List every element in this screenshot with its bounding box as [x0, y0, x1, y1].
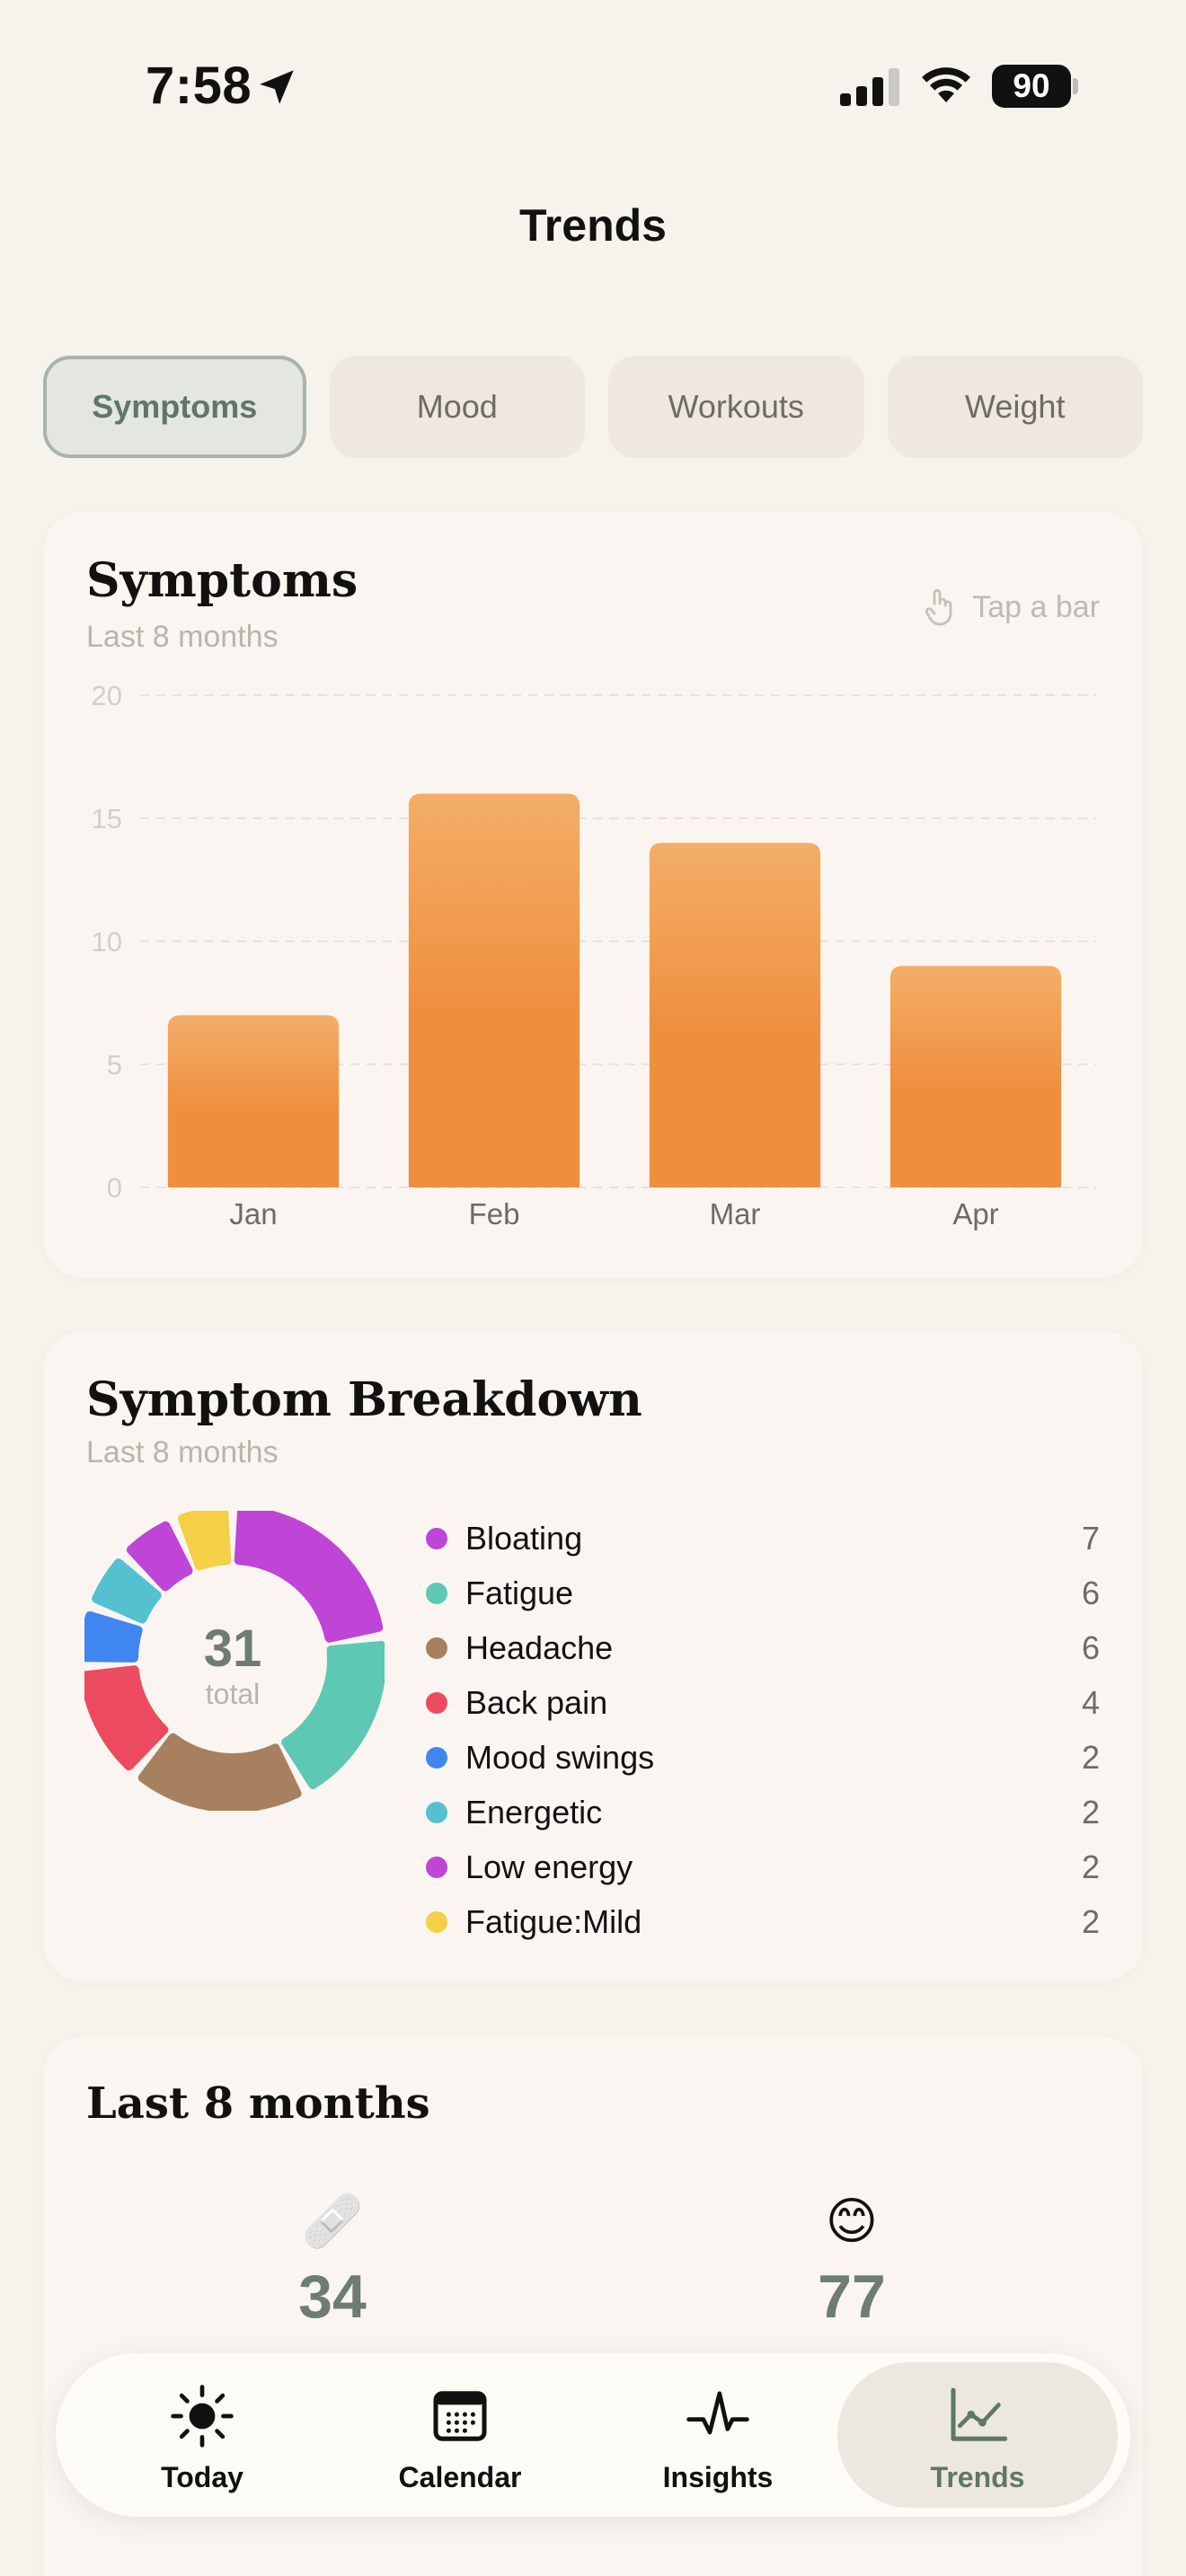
- location-arrow-icon: [260, 70, 294, 104]
- status-time: 7:58: [146, 57, 252, 115]
- donut-slice-fatigue-mild[interactable]: [177, 1511, 232, 1571]
- stat-value: 77: [818, 2263, 886, 2331]
- legend-count: 2: [1081, 1738, 1100, 1776]
- legend-count: 7: [1081, 1519, 1100, 1557]
- nav-label: Insights: [662, 2461, 774, 2493]
- legend-color-dot: [426, 1856, 447, 1878]
- cellular-signal-icon: [840, 68, 899, 106]
- nav-label: Calendar: [398, 2461, 522, 2493]
- legend-count: 6: [1081, 1628, 1100, 1666]
- symptoms-count-stat: 🩹 34: [198, 2190, 467, 2332]
- legend-item[interactable]: Bloating 7: [426, 1511, 1100, 1566]
- bar-jan[interactable]: [167, 1015, 340, 1187]
- nav-insights[interactable]: Insights: [588, 2353, 848, 2517]
- sun-icon: [171, 2385, 234, 2448]
- nav-trends[interactable]: Trends: [837, 2362, 1118, 2508]
- legend-label: Fatigue:Mild: [465, 1902, 642, 1940]
- stat-value: 34: [298, 2263, 367, 2331]
- legend-color-dot: [426, 1527, 447, 1549]
- symptoms-chart-card: Symptoms Last 8 months Tap a bar 0 5 10 15 2…: [43, 512, 1143, 1277]
- x-tick-label: Mar: [710, 1197, 761, 1231]
- legend-label: Low energy: [465, 1848, 633, 1885]
- tab-workouts[interactable]: Workouts: [608, 356, 864, 458]
- legend-color-dot: [426, 1582, 447, 1604]
- y-tick-label: 20: [92, 680, 122, 711]
- legend-color-dot: [426, 1636, 447, 1659]
- legend-label: Fatigue: [465, 1574, 574, 1611]
- legend-item[interactable]: Back pain 4: [426, 1675, 1100, 1730]
- x-tick-label: Jan: [229, 1197, 277, 1231]
- legend-label: Mood swings: [465, 1738, 655, 1776]
- legend-count: 2: [1081, 1793, 1100, 1831]
- legend-label: Bloating: [465, 1519, 583, 1557]
- nav-label: Trends: [930, 2461, 1025, 2493]
- legend-count: 2: [1081, 1902, 1100, 1940]
- trend-tabs: Symptoms Mood Workouts Weight: [43, 356, 1143, 458]
- legend-color-dot: [426, 1746, 447, 1769]
- legend-item[interactable]: Low energy 2: [426, 1839, 1100, 1894]
- pulse-icon: [686, 2391, 749, 2435]
- x-tick-label: Apr: [952, 1197, 998, 1231]
- bottom-tab-bar: Today Calendar Insights Trends: [56, 2353, 1130, 2517]
- legend-count: 2: [1081, 1848, 1100, 1885]
- bandage-icon: 🩹: [301, 2192, 364, 2249]
- bar-feb[interactable]: [408, 793, 580, 1187]
- chart-line-icon: [951, 2387, 1008, 2441]
- donut-slice-back-pain[interactable]: [84, 1665, 169, 1771]
- battery-level: 90: [992, 65, 1071, 108]
- smile-icon: 😊: [825, 2192, 879, 2249]
- y-tick-label: 0: [107, 1172, 122, 1204]
- y-tick-label: 15: [92, 803, 122, 834]
- legend-item[interactable]: Headache 6: [426, 1620, 1100, 1675]
- bar-apr[interactable]: [890, 966, 1062, 1187]
- donut-total: 31: [203, 1619, 262, 1678]
- breakdown-legend: Bloating 7 Fatigue 6 Headache 6 Back pai…: [426, 1511, 1100, 1949]
- legend-label: Back pain: [465, 1683, 608, 1721]
- symptom-breakdown-card: Symptom Breakdown Last 8 months 31 total…: [43, 1331, 1143, 1981]
- legend-color-dot: [426, 1801, 447, 1823]
- summary-title: Last 8 months: [86, 2078, 430, 2129]
- legend-label: Headache: [465, 1628, 614, 1666]
- status-bar: 7:58 90: [0, 0, 1186, 171]
- legend-color-dot: [426, 1910, 447, 1933]
- y-tick-label: 10: [92, 926, 122, 957]
- wifi-icon: [922, 67, 970, 102]
- tab-mood[interactable]: Mood: [329, 356, 585, 458]
- legend-count: 6: [1081, 1574, 1100, 1611]
- legend-item[interactable]: Energetic 2: [426, 1785, 1100, 1839]
- x-tick-label: Feb: [469, 1197, 520, 1231]
- battery-indicator: 90: [992, 65, 1078, 108]
- y-tick-label: 5: [107, 1049, 122, 1081]
- nav-label: Today: [161, 2461, 243, 2493]
- calendar-icon: [433, 2391, 487, 2441]
- donut-slice-headache[interactable]: [137, 1733, 302, 1811]
- legend-label: Energetic: [465, 1793, 603, 1831]
- bar-mar[interactable]: [649, 842, 821, 1187]
- breakdown-subtitle: Last 8 months: [86, 1435, 279, 1469]
- legend-item[interactable]: Fatigue:Mild 2: [426, 1894, 1100, 1949]
- donut-slice-mood-swings[interactable]: [84, 1610, 143, 1663]
- tab-weight[interactable]: Weight: [887, 356, 1143, 458]
- legend-item[interactable]: Fatigue 6: [426, 1566, 1100, 1620]
- nav-calendar[interactable]: Calendar: [330, 2353, 590, 2517]
- legend-color-dot: [426, 1691, 447, 1714]
- donut-total-label: total: [205, 1678, 261, 1710]
- breakdown-title: Symptom Breakdown: [86, 1372, 642, 1427]
- legend-count: 4: [1081, 1683, 1100, 1721]
- legend-item[interactable]: Mood swings 2: [426, 1730, 1100, 1785]
- battery-cap: [1073, 78, 1078, 94]
- tab-symptoms[interactable]: Symptoms: [43, 356, 306, 458]
- symptoms-bar-chart[interactable]: 0 5 10 15 20 Jan Feb Mar Apr: [43, 512, 1143, 1277]
- mood-count-stat: 😊 77: [717, 2190, 987, 2332]
- page-title: Trends: [519, 200, 667, 251]
- nav-today[interactable]: Today: [72, 2353, 332, 2517]
